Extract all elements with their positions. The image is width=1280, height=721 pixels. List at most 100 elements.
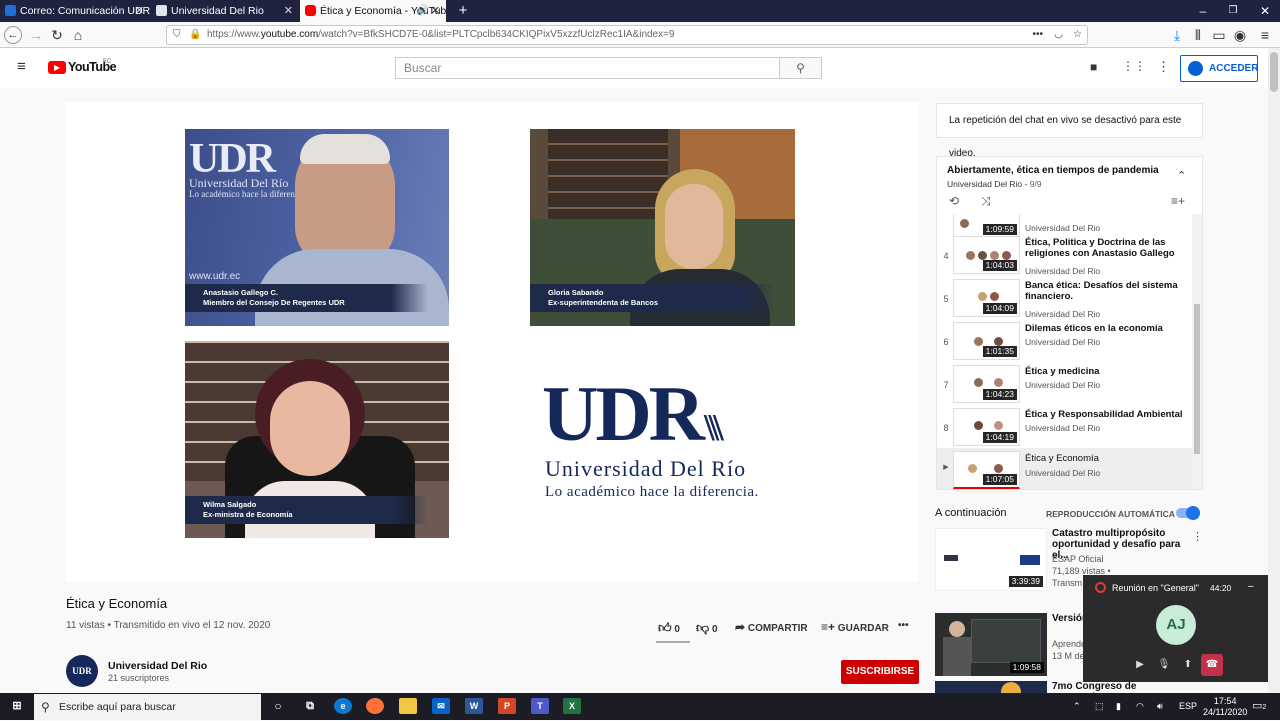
autoplay-toggle[interactable] — [1176, 506, 1200, 520]
playlist-item[interactable]: 6 1:01:35 Dilemas éticos en la economía … — [937, 322, 1192, 365]
task-view-icon[interactable]: ⧉ — [301, 698, 319, 714]
volume-icon[interactable]: 🔊︎ — [1157, 693, 1163, 720]
browser-nav-bar: ← → ↻ ⌂ ⛉ 🔒 https://www.youtube.com/watc… — [0, 22, 1280, 48]
notifications-icon[interactable]: ▭2 — [1252, 693, 1266, 721]
playlist-item[interactable]: 4 1:04:03 Ética, Política y Doctrina de … — [937, 236, 1192, 279]
wifi-icon[interactable]: ◠ — [1136, 693, 1144, 720]
clock[interactable]: 17:54 24/11/2020 — [1203, 696, 1247, 718]
download-icon[interactable]: ⤓ — [1168, 26, 1186, 44]
subscribe-button[interactable]: SUSCRIBIRSE — [841, 660, 919, 684]
channel-avatar[interactable]: UDR — [66, 655, 98, 687]
network-icon[interactable]: ⬚ — [1095, 693, 1104, 720]
new-tab-button[interactable]: + — [448, 0, 478, 22]
playlist-position: 9/9 — [1029, 179, 1042, 189]
tray-expand-icon[interactable]: ⌃ — [1073, 693, 1081, 720]
more-options-icon[interactable]: ⋮ — [1192, 530, 1203, 543]
person-face — [270, 381, 350, 476]
close-icon[interactable]: ✕ — [135, 0, 144, 22]
reload-button[interactable]: ↻ — [48, 26, 66, 44]
create-video-icon[interactable]: ■ — [1090, 60, 1097, 74]
playlist-channel[interactable]: Universidad Del Rio — [947, 179, 1022, 189]
hang-up-icon[interactable]: ☎ — [1201, 654, 1223, 676]
forward-button[interactable]: → — [27, 26, 45, 44]
tab-correo[interactable]: Correo: Comunicación UDR - C ✕ — [0, 0, 150, 22]
word-icon[interactable]: W — [465, 698, 483, 714]
search-button[interactable]: ⚲ — [779, 57, 822, 79]
close-window-button[interactable]: ✕ — [1250, 0, 1280, 22]
cortana-icon[interactable]: ○ — [269, 698, 287, 714]
recording-icon — [1095, 582, 1106, 593]
share-button[interactable]: ➦ COMPARTIR — [735, 620, 808, 634]
item-duration: 1:04:23 — [982, 389, 1017, 400]
powerpoint-icon[interactable]: P — [498, 698, 516, 714]
camera-off-icon[interactable]: ▶ — [1129, 654, 1151, 676]
account-icon[interactable]: ◉ — [1231, 26, 1249, 44]
hamburger-menu-icon[interactable]: ≡ — [17, 59, 26, 74]
taskbar-search[interactable]: ⚲ Escribe aquí para buscar — [34, 694, 261, 720]
language-indicator[interactable]: ESP — [1179, 693, 1197, 720]
page-actions-icon[interactable]: ••• — [1032, 26, 1043, 44]
clock-date: 24/11/2020 — [1203, 707, 1248, 717]
playlist-item[interactable]: 7 1:04:23 Ética y medicina Universidad D… — [937, 365, 1192, 408]
item-index: 6 — [943, 337, 949, 347]
tab-udr[interactable]: Universidad Del Rio ✕ — [151, 0, 299, 22]
minimize-popup-button[interactable]: – — [1248, 581, 1254, 592]
channel-name[interactable]: Universidad Del Rio — [108, 660, 207, 672]
pocket-icon[interactable]: ◡ — [1054, 26, 1063, 44]
search-input[interactable]: Buscar — [395, 57, 780, 79]
close-icon[interactable]: ✕ — [431, 0, 440, 22]
playlist-title[interactable]: Abiertamente, ética en tiempos de pandem… — [947, 165, 1159, 176]
item-index: 5 — [943, 294, 949, 304]
loop-icon[interactable]: ⟲ — [949, 194, 959, 208]
shuffle-icon[interactable]: ⤨ — [981, 194, 991, 209]
playlist-item[interactable]: 8 1:04:19 Ética y Responsabilidad Ambien… — [937, 408, 1192, 451]
collapse-chevron-icon[interactable]: ⌃ — [1177, 169, 1186, 182]
mic-off-icon[interactable]: 🎙︎ — [1153, 654, 1175, 676]
windows-start-icon[interactable]: ⊞ — [8, 698, 26, 714]
menu-icon[interactable]: ≡ — [1256, 26, 1274, 44]
speaker-icon[interactable]: 🔊 — [417, 0, 429, 22]
sidebar-icon[interactable]: ▭ — [1210, 26, 1228, 44]
tab-youtube[interactable]: Ética y Economía - YouTube 🔊 ✕ — [300, 0, 446, 22]
edge-icon[interactable]: e — [334, 698, 352, 714]
minimize-window-button[interactable]: – — [1188, 0, 1218, 22]
video-player[interactable]: UDR Universidad Del Río Lo académico hac… — [66, 102, 919, 582]
excel-icon[interactable]: X — [563, 698, 581, 714]
teams-meeting-popup[interactable]: Reunión en "General" 44:20 – AJ ▶ 🎙︎ ⬆ ☎ — [1083, 575, 1269, 682]
autoplay-label: REPRODUCCIÓN AUTOMÁTICA — [1046, 509, 1175, 519]
up-next-item[interactable]: 7mo Congreso de Economía — [935, 681, 1203, 693]
scroll-thumb[interactable] — [1270, 52, 1278, 92]
home-icon[interactable]: ⌂ — [69, 26, 87, 44]
file-explorer-icon[interactable] — [399, 698, 417, 714]
teams-icon[interactable]: T — [531, 698, 549, 714]
udr-logo-tagline: Lo académico hace la diferencia. — [545, 484, 759, 500]
apps-grid-icon[interactable]: ⋮⋮ — [1122, 59, 1146, 73]
bookmark-star-icon[interactable]: ☆ — [1073, 26, 1082, 44]
back-button[interactable]: ← — [4, 26, 22, 44]
firefox-icon[interactable] — [366, 698, 384, 714]
url-bar[interactable]: ⛉ 🔒 https://www.youtube.com/watch?v=BfkS… — [166, 25, 1088, 45]
page-scrollbar[interactable] — [1268, 48, 1280, 693]
signin-button[interactable]: ACCEDER — [1180, 55, 1258, 82]
library-icon[interactable]: ⫴ — [1189, 26, 1207, 44]
participant-name: Gloria Sabando — [548, 288, 604, 297]
save-playlist-icon[interactable]: ≡+ — [1171, 194, 1185, 208]
item-thumbnail: 1:07:05 — [953, 451, 1020, 489]
playlist-item[interactable]: 5 1:04:09 Banca ética: Desafíos del sist… — [937, 279, 1192, 322]
item-thumbnail: 1:04:19 — [953, 408, 1020, 446]
youtube-logo-icon[interactable]: ▶ — [48, 61, 66, 74]
maximize-window-button[interactable]: ❐ — [1218, 0, 1248, 22]
participant-role: Miembro del Consejo De Regentes UDR — [203, 298, 345, 307]
share-screen-icon[interactable]: ⬆ — [1177, 654, 1199, 676]
more-actions-button[interactable]: ••• — [898, 620, 909, 631]
scroll-thumb[interactable] — [1194, 304, 1200, 454]
like-button[interactable]: 👍︎ 0 — [658, 620, 680, 636]
dislike-button[interactable]: 👎︎ 0 — [696, 620, 718, 636]
close-icon[interactable]: ✕ — [284, 0, 293, 22]
settings-dots-icon[interactable]: ⋮ — [1157, 59, 1170, 75]
mail-icon[interactable]: ✉ — [432, 698, 450, 714]
playlist-scrollbar[interactable] — [1192, 214, 1202, 489]
save-button[interactable]: ≡+ GUARDAR — [821, 620, 889, 634]
playlist-item-current[interactable]: ▶ 1:07:05 Ética y Economía Universidad D… — [937, 448, 1192, 489]
battery-icon[interactable]: ▮ — [1116, 693, 1121, 720]
